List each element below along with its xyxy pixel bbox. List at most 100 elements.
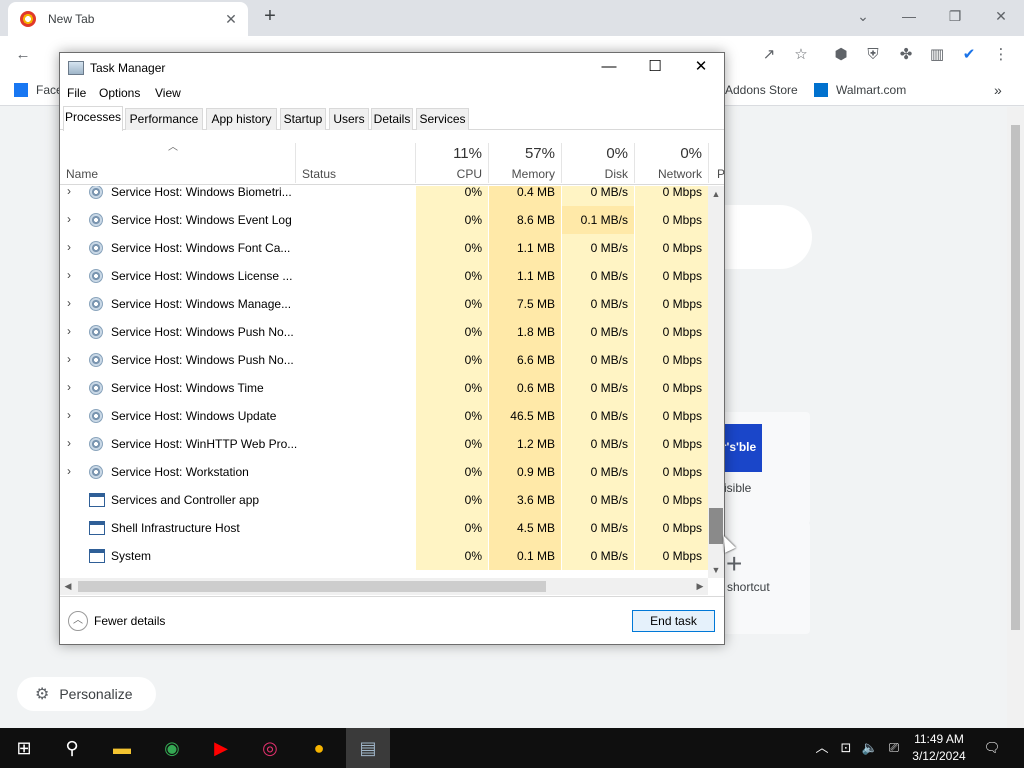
browser-close-button[interactable]: ✕ xyxy=(978,3,1024,31)
table-row[interactable]: › Service Host: Windows Push No... 0% 6.6 M… xyxy=(60,346,708,374)
bookmark-walmart[interactable]: Walmart.com xyxy=(814,80,906,100)
tab-services[interactable]: Services xyxy=(416,108,469,130)
page-scroll-thumb[interactable] xyxy=(1011,125,1020,630)
new-tab-button[interactable]: + xyxy=(258,5,282,29)
browser-restore-button[interactable]: ❐ xyxy=(932,3,978,31)
tab-details[interactable]: Details xyxy=(371,108,413,130)
table-row[interactable]: › Service Host: Workstation 0% 0.9 MB 0 MB/s… xyxy=(60,458,708,486)
page-scrollbar[interactable] xyxy=(1007,107,1024,728)
bookmark-star-icon[interactable]: ☆ xyxy=(790,44,812,66)
chrome-icon[interactable]: ◉ xyxy=(158,734,186,762)
expand-chevron-icon[interactable]: › xyxy=(67,262,79,290)
column-network[interactable]: 0% Network xyxy=(635,131,708,185)
column-cpu[interactable]: 11% CPU xyxy=(416,131,488,185)
column-power[interactable]: P xyxy=(709,131,725,185)
browser-minimize-button[interactable]: — xyxy=(886,3,932,31)
column-status[interactable]: Status xyxy=(296,131,416,185)
expand-chevron-icon[interactable]: › xyxy=(67,234,79,262)
table-row[interactable]: › Service Host: Windows Manage... 0% 7.5 MB… xyxy=(60,290,708,318)
tab-search-chevron-icon[interactable]: ⌄ xyxy=(840,3,886,31)
extension-checkshield-icon[interactable]: ✔ xyxy=(958,44,980,66)
process-list-vertical-scrollbar[interactable]: ▲ ▼ xyxy=(708,186,724,578)
menu-options[interactable]: Options xyxy=(99,86,140,100)
table-row[interactable]: › Service Host: WinHTTP Web Pro... 0% 1.2 M… xyxy=(60,430,708,458)
task-manager-taskbar-icon[interactable]: ▤ xyxy=(346,728,390,768)
back-arrow-icon[interactable]: ← xyxy=(12,44,34,66)
tm-close-button[interactable]: ✕ xyxy=(678,53,724,83)
scroll-down-arrow-icon[interactable]: ▼ xyxy=(708,562,724,578)
browser-app-icon[interactable]: ● xyxy=(305,734,333,762)
notification-center-icon[interactable]: 🗨 xyxy=(980,738,1004,758)
expand-chevron-icon[interactable]: › xyxy=(67,186,79,206)
column-memory[interactable]: 57% Memory xyxy=(489,131,561,185)
horizontal-scroll-thumb[interactable] xyxy=(78,581,546,592)
search-icon[interactable]: ⚲ xyxy=(58,734,86,762)
expand-chevron-icon[interactable]: › xyxy=(67,290,79,318)
youtube-icon[interactable]: ▶ xyxy=(207,734,235,762)
tray-overflow-chevron-icon[interactable]: ︿ xyxy=(814,738,830,758)
menu-file[interactable]: File xyxy=(67,86,86,100)
process-cpu: 0% xyxy=(464,241,482,255)
tab-app-history[interactable]: App history xyxy=(206,108,277,130)
tm-minimize-button[interactable]: — xyxy=(586,53,632,83)
tab-users[interactable]: Users xyxy=(329,108,369,130)
application-window-icon xyxy=(89,493,105,507)
expand-chevron-icon[interactable]: › xyxy=(67,346,79,374)
tm-titlebar[interactable]: Task Manager — ☐ ✕ xyxy=(60,53,724,83)
display-icon[interactable]: ⎚ xyxy=(884,738,904,758)
fewer-details-toggle[interactable]: ︿ Fewer details xyxy=(68,611,165,631)
table-row[interactable]: › Service Host: Windows Biometri... 0% 0.4 … xyxy=(60,186,708,206)
tab-startup[interactable]: Startup xyxy=(280,108,326,130)
expand-chevron-icon[interactable]: › xyxy=(67,402,79,430)
scroll-right-arrow-icon[interactable]: ▶ xyxy=(692,578,708,595)
network-icon[interactable]: ⊡ xyxy=(836,738,856,758)
table-row[interactable]: › Service Host: Windows Font Ca... 0% 1.1 M… xyxy=(60,234,708,262)
expand-chevron-icon[interactable]: › xyxy=(67,430,79,458)
instagram-icon[interactable]: ◎ xyxy=(256,734,284,762)
side-panel-icon[interactable]: ▥ xyxy=(926,44,948,66)
table-row[interactable]: › Service Host: Windows Push No... 0% 1.8 M… xyxy=(60,318,708,346)
menu-view[interactable]: View xyxy=(155,86,181,100)
table-row[interactable]: › Service Host: Windows Event Log 0% 8.6 MB… xyxy=(60,206,708,234)
expand-chevron-icon[interactable]: › xyxy=(67,206,79,234)
extension-shield-icon[interactable]: ⬢ xyxy=(830,44,852,66)
column-name[interactable]: Name xyxy=(60,131,296,185)
scroll-up-arrow-icon[interactable]: ▲ xyxy=(708,186,724,202)
extensions-puzzle-icon[interactable]: ✤ xyxy=(895,44,917,66)
personalize-button[interactable]: ⚙ Personalize xyxy=(17,677,156,711)
bookmarks-overflow-chevron-icon[interactable]: » xyxy=(994,80,1002,100)
table-row[interactable]: › Service Host: Windows License ... 0% 1.1 … xyxy=(60,262,708,290)
service-gear-icon xyxy=(89,186,103,199)
process-list-horizontal-scrollbar[interactable]: ◀ ▶ xyxy=(60,578,708,595)
table-row[interactable]: › Service Host: Windows Time 0% 0.6 MB 0 MB/… xyxy=(60,374,708,402)
end-task-button[interactable]: End task xyxy=(632,610,715,632)
browser-menu-icon[interactable]: ⋮ xyxy=(990,44,1012,66)
table-row[interactable]: Services and Controller app 0% 3.6 MB 0 MB/… xyxy=(60,486,708,514)
column-disk[interactable]: 0% Disk xyxy=(562,131,634,185)
process-name: Service Host: Windows License ... xyxy=(111,269,293,283)
table-row[interactable]: Shell Infrastructure Host 0% 4.5 MB 0 MB/s 0… xyxy=(60,514,708,542)
expand-chevron-icon[interactable]: › xyxy=(67,374,79,402)
cpu-total-percent: 11% xyxy=(453,145,482,162)
tab-processes[interactable]: Processes xyxy=(63,106,123,131)
add-shortcut-plus-icon[interactable]: + xyxy=(726,548,742,580)
tab-performance[interactable]: Performance xyxy=(125,108,203,130)
expand-chevron-icon[interactable]: › xyxy=(67,318,79,346)
process-disk: 0 MB/s xyxy=(590,353,628,367)
taskbar-clock[interactable]: 11:49 AM 3/12/2024 xyxy=(904,731,974,765)
tab-close-icon[interactable]: ✕ xyxy=(222,11,240,28)
bookmark-addons-store[interactable]: Addons Store xyxy=(725,80,798,100)
table-row[interactable]: System 0% 0.1 MB 0 MB/s 0 Mbps xyxy=(60,542,708,570)
process-cpu: 0% xyxy=(464,353,482,367)
expand-chevron-icon[interactable]: › xyxy=(67,458,79,486)
windows-start-icon[interactable]: ⊞ xyxy=(10,734,38,762)
tm-maximize-button[interactable]: ☐ xyxy=(632,53,678,83)
bookmark-facebook[interactable]: Face xyxy=(14,80,63,100)
share-icon[interactable]: ↗ xyxy=(758,44,780,66)
table-row[interactable]: › Service Host: Windows Update 0% 46.5 MB 0 … xyxy=(60,402,708,430)
volume-muted-icon[interactable]: 🔈 xyxy=(860,738,880,758)
extension-vpn-icon[interactable]: ⛨ xyxy=(862,44,884,66)
file-explorer-icon[interactable]: ▬ xyxy=(108,734,136,762)
browser-tab-new-tab[interactable]: New Tab ✕ xyxy=(8,2,248,36)
scroll-left-arrow-icon[interactable]: ◀ xyxy=(60,578,76,595)
